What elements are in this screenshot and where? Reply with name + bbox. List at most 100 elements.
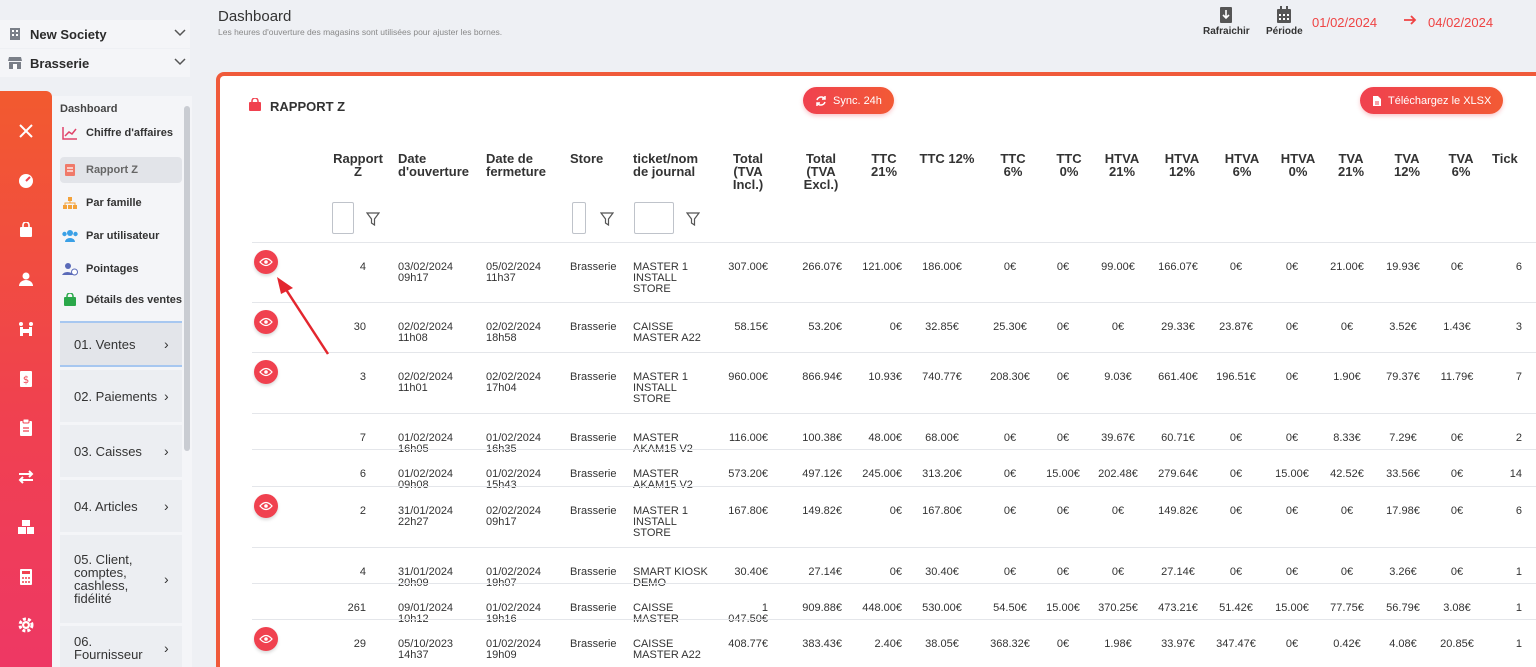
col-header[interactable]: TTC 21% xyxy=(868,152,900,178)
amount-cell: 1.90€ xyxy=(1333,371,1361,383)
amount-cell: 1 047.50€ xyxy=(728,602,768,625)
menu-section-paiements[interactable]: 02. Paiements › xyxy=(60,370,182,422)
transfer-arrows-icon[interactable] xyxy=(14,465,38,489)
menu-section-client[interactable]: 05. Client, comptes, cashless, fidélité … xyxy=(60,535,182,623)
menu-item-details-ventes[interactable]: Détails des ventes xyxy=(60,291,182,309)
view-eye-button[interactable] xyxy=(254,360,278,384)
col-header[interactable]: HTVA 6% xyxy=(1220,152,1264,178)
amount-cell: 1 xyxy=(1515,602,1522,614)
menu-item-par-utilisateur[interactable]: Par utilisateur xyxy=(60,227,182,245)
col-header[interactable]: Date d'ouverture xyxy=(398,152,478,178)
chevron-down-icon[interactable] xyxy=(170,28,190,40)
date-from[interactable]: 01/02/2024 xyxy=(1312,15,1377,30)
store-selector[interactable]: Brasserie xyxy=(0,49,190,77)
chevron-down-icon[interactable] xyxy=(170,57,190,69)
amount-cell: 202.48€ xyxy=(1098,468,1138,480)
calculator-icon[interactable] xyxy=(14,565,38,589)
period-button[interactable]: Période xyxy=(1266,4,1303,37)
close-icon[interactable] xyxy=(14,119,38,143)
view-eye-button[interactable] xyxy=(254,250,278,274)
filter-input-rapport-z[interactable] xyxy=(332,202,354,234)
page-subtitle: Les heures d'ouverture des magasins sont… xyxy=(218,27,503,37)
col-header[interactable]: HTVA 0% xyxy=(1276,152,1320,178)
col-header[interactable]: Rapport Z xyxy=(330,152,386,178)
sync-button[interactable]: Sync. 24h xyxy=(803,87,894,114)
filter-icon[interactable] xyxy=(599,212,615,227)
download-xlsx-button[interactable]: Téléchargez le XLSX xyxy=(1360,87,1504,114)
user-icon[interactable] xyxy=(14,267,38,291)
col-header[interactable]: Tick xyxy=(1492,152,1532,165)
eye-icon xyxy=(259,257,273,267)
col-header[interactable]: TTC 6% xyxy=(996,152,1030,178)
store-cell: Brasserie xyxy=(570,321,617,333)
section-label: 02. Paiements xyxy=(74,388,158,404)
rapport-z-cell: 6 xyxy=(359,468,366,480)
people-carry-icon[interactable] xyxy=(14,317,38,341)
view-eye-button[interactable] xyxy=(254,310,278,334)
refresh-button[interactable]: Rafraichir xyxy=(1203,4,1250,37)
menu-item-rapport-z[interactable]: Rapport Z xyxy=(60,157,182,183)
menu-item-pointages[interactable]: Pointages xyxy=(60,260,182,278)
amount-cell: 27.14€ xyxy=(808,566,842,578)
amount-cell: 0€ xyxy=(1056,638,1070,650)
arrow-right-icon xyxy=(1403,13,1417,29)
filter-input-store[interactable] xyxy=(572,202,586,234)
menu-section-articles[interactable]: 04. Articles › xyxy=(60,480,182,532)
company-selector[interactable]: New Society xyxy=(0,20,190,48)
amount-cell: 0€ xyxy=(1285,261,1299,273)
store-cell: Brasserie xyxy=(570,505,617,517)
clipboard-icon[interactable] xyxy=(14,416,38,440)
menu-section-caisses[interactable]: 03. Caisses › xyxy=(60,425,182,477)
amount-cell: 48.00€ xyxy=(868,432,902,444)
menu-scrollbar[interactable] xyxy=(184,106,190,451)
col-header[interactable]: TVA 12% xyxy=(1390,152,1424,178)
amount-cell: 33.56€ xyxy=(1386,468,1420,480)
journal-cell: MASTER AKAM15 V2 xyxy=(633,468,693,491)
col-header[interactable]: TVA 6% xyxy=(1444,152,1478,178)
amount-cell: 2 xyxy=(1515,432,1522,444)
amount-cell: 0€ xyxy=(1111,505,1125,517)
amount-cell: 54.50€ xyxy=(993,602,1027,614)
col-header[interactable]: HTVA 12% xyxy=(1160,152,1204,178)
col-header[interactable]: Total (TVA Incl.) xyxy=(728,152,768,191)
amount-cell: 3.08€ xyxy=(1443,602,1471,614)
amount-cell: 4.08€ xyxy=(1389,638,1417,650)
col-header[interactable]: Date de fermeture xyxy=(486,152,558,178)
gear-icon[interactable] xyxy=(14,613,38,637)
amount-cell: 0€ xyxy=(1285,432,1299,444)
filter-icon[interactable] xyxy=(365,212,381,227)
view-eye-button[interactable] xyxy=(254,494,278,518)
col-header[interactable]: Store xyxy=(570,152,620,165)
invoice-dollar-icon[interactable]: $ xyxy=(14,367,38,391)
menu-item-chiffre-affaires[interactable]: Chiffre d'affaires xyxy=(60,124,182,142)
amount-cell: 0€ xyxy=(1340,505,1354,517)
menu-item-label: Par famille xyxy=(86,197,142,209)
col-header[interactable]: HTVA 21% xyxy=(1100,152,1144,178)
date-to[interactable]: 04/02/2024 xyxy=(1428,15,1493,30)
amount-cell: 0€ xyxy=(889,566,902,578)
filter-input-journal[interactable] xyxy=(634,202,674,234)
dashboard-gauge-icon[interactable] xyxy=(14,169,38,193)
amount-cell: 0€ xyxy=(889,321,902,333)
amount-cell: 3.26€ xyxy=(1389,566,1417,578)
menu-item-par-famille[interactable]: Par famille xyxy=(60,194,182,212)
filter-icon[interactable] xyxy=(685,212,701,227)
col-header[interactable]: TVA 21% xyxy=(1334,152,1368,178)
amount-cell: 383.43€ xyxy=(802,638,842,650)
col-header[interactable]: ticket/nom de journal xyxy=(633,152,713,178)
view-eye-button[interactable] xyxy=(254,627,278,651)
menu-section-fournisseur[interactable]: 06. Fournisseur › xyxy=(60,626,182,667)
amount-cell: 0€ xyxy=(1056,261,1070,273)
amount-cell: 15.00€ xyxy=(1275,602,1309,614)
col-header[interactable]: TTC 12% xyxy=(916,152,978,165)
amount-cell: 661.40€ xyxy=(1158,371,1198,383)
amount-cell: 15.00€ xyxy=(1046,468,1080,480)
line-chart-icon xyxy=(60,124,80,142)
col-header[interactable]: TTC 0% xyxy=(1052,152,1086,178)
store-cell: Brasserie xyxy=(570,432,617,444)
col-header[interactable]: Total (TVA Excl.) xyxy=(800,152,842,191)
boxes-icon[interactable] xyxy=(14,515,38,539)
date-ouverture-cell: 31/01/2024 22h27 xyxy=(398,505,454,528)
shopping-bag-icon[interactable] xyxy=(14,218,38,242)
menu-section-ventes[interactable]: 01. Ventes › xyxy=(60,321,182,367)
